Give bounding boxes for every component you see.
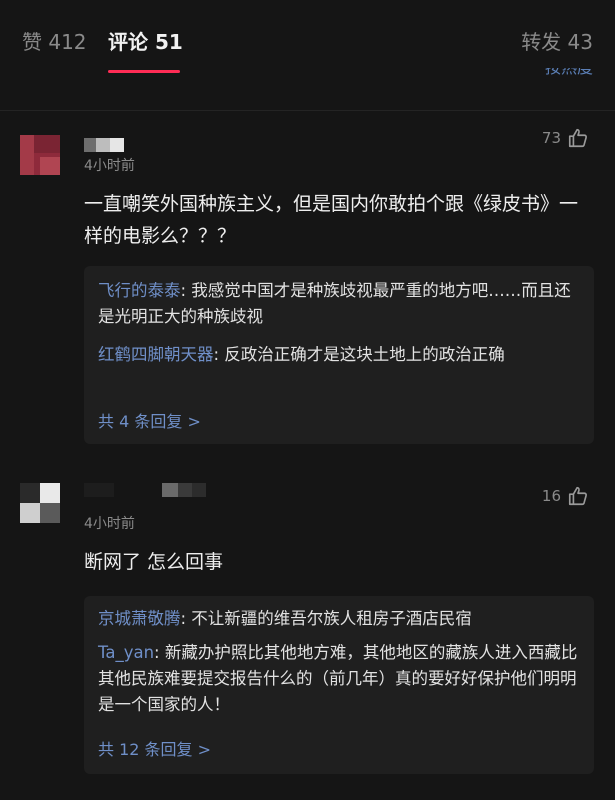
username-blurred[interactable] [84,482,224,497]
reply-text: : 反政治正确才是这块土地上的政治正确 [213,345,505,364]
reply-text: : 不让新疆的维吾尔族人租房子酒店民宿 [180,609,472,628]
comment-text: 断网了 怎么回事 [84,551,224,573]
reply-preview-box[interactable]: 飞行的泰泰: 我感觉中国才是种族歧视最严重的地方吧……而且还是光明正大的种族歧视… [84,266,594,444]
avatar[interactable] [20,135,60,175]
view-all-replies-link[interactable]: 共 12 条回复 > [98,736,211,760]
sort-by-hot-button[interactable]: 按热度 [545,68,593,84]
reply-item: Ta_yan: 新藏办护照比其他地方难，其他地区的藏族人进入西藏比其他民族难要提… [98,640,578,718]
reply-preview-box[interactable]: 京城萧敬腾: 不让新疆的维吾尔族人租房子酒店民宿 Ta_yan: 新藏办护照比其… [84,596,594,774]
avatar-image [20,483,60,523]
tab-likes[interactable]: 赞 412 [22,26,87,55]
blurred-username-mosaic [84,483,206,497]
comment-time: 4小时前 [84,516,135,532]
view-all-replies-link[interactable]: 共 4 条回复 > [98,408,201,432]
avatar-image [20,135,60,175]
like-count: 16 [541,487,561,505]
comment-time: 4小时前 [84,158,135,174]
divider [0,110,615,111]
reply-author[interactable]: Ta_yan [98,643,154,662]
active-tab-indicator [108,70,180,73]
reply-text: : 新藏办护照比其他地方难，其他地区的藏族人进入西藏比其他民族难要提交报告什么的… [98,643,578,714]
thumbs-up-icon [568,128,587,148]
tab-comments[interactable]: 评论 51 [108,26,183,55]
like-button[interactable]: 16 [542,485,589,507]
like-button[interactable]: 73 [542,127,589,149]
reply-item: 飞行的泰泰: 我感觉中国才是种族歧视最严重的地方吧……而且还是光明正大的种族歧视 [98,278,578,330]
comment-text: 一直嘲笑外国种族主义，但是国内你敢拍个跟《绿皮书》一样的电影么？？？ [84,193,579,247]
blurred-username-mosaic [84,138,124,152]
reply-author[interactable]: 红鹤四脚朝天器 [98,345,214,364]
reply-author[interactable]: 京城萧敬腾 [98,609,181,628]
like-count: 73 [541,129,561,147]
tab-bar: 赞 412 评论 51 转发 43 按热度 [0,0,615,80]
reply-item: 红鹤四脚朝天器: 反政治正确才是这块土地上的政治正确 [98,342,578,368]
username-blurred[interactable] [84,137,124,152]
reply-item: 京城萧敬腾: 不让新疆的维吾尔族人租房子酒店民宿 [98,606,578,632]
thumbs-up-icon [568,486,587,506]
reply-author[interactable]: 飞行的泰泰 [98,281,181,300]
avatar[interactable] [20,483,60,523]
tab-reposts[interactable]: 转发 43 [521,26,593,55]
